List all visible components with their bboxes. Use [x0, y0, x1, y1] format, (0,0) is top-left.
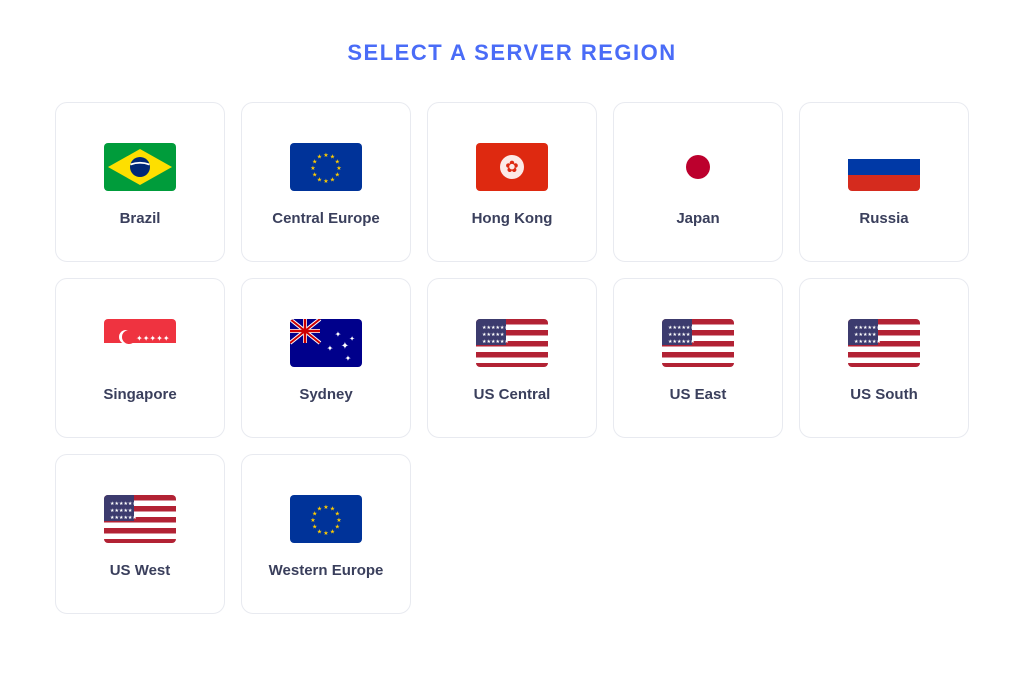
- region-card-us-west[interactable]: ★★★★★★ ★★★★★ ★★★★★★ US West: [55, 454, 225, 614]
- svg-text:★★★★★: ★★★★★: [854, 332, 877, 338]
- svg-text:★★★★★: ★★★★★: [110, 508, 133, 514]
- region-card-central-europe[interactable]: ★★★★★★★★★★★★ Central Europe: [241, 102, 411, 262]
- flag-western-europe: ★★★★★★★★★★★★: [290, 495, 362, 543]
- svg-text:★★★★★★: ★★★★★★: [854, 325, 881, 331]
- flag-brazil: [104, 143, 176, 191]
- region-card-us-south[interactable]: ★★★★★★ ★★★★★ ★★★★★★ US South: [799, 278, 969, 438]
- flag-hong-kong: ✿: [476, 143, 548, 191]
- svg-text:★: ★: [310, 517, 315, 524]
- region-name-us-central: US Central: [474, 385, 551, 405]
- svg-text:★: ★: [330, 177, 335, 184]
- svg-text:✦: ✦: [341, 341, 349, 352]
- svg-text:✦: ✦: [335, 330, 342, 339]
- region-name-singapore: Singapore: [103, 385, 176, 405]
- region-card-japan[interactable]: Japan: [613, 102, 783, 262]
- region-card-russia[interactable]: Russia: [799, 102, 969, 262]
- svg-text:★: ★: [336, 517, 341, 524]
- region-card-us-central[interactable]: ★★★★★★ ★★★★★ ★★★★★★ US Central: [427, 278, 597, 438]
- region-name-western-europe: Western Europe: [269, 561, 384, 581]
- flag-sydney: ✦ ✦ ✦ ✦ ✦: [290, 319, 362, 367]
- svg-text:★★★★★★: ★★★★★★: [110, 515, 137, 521]
- svg-text:★: ★: [317, 154, 322, 161]
- svg-text:★: ★: [323, 178, 328, 185]
- svg-text:★★★★★★: ★★★★★★: [482, 325, 509, 331]
- region-name-sydney: Sydney: [299, 385, 352, 405]
- svg-text:★: ★: [335, 524, 340, 531]
- region-name-us-west: US West: [110, 561, 171, 581]
- svg-text:★: ★: [323, 152, 328, 159]
- region-card-brazil[interactable]: Brazil: [55, 102, 225, 262]
- flag-us-east: ★★★★★★ ★★★★★ ★★★★★★: [662, 319, 734, 367]
- svg-text:★: ★: [323, 530, 328, 537]
- svg-text:✿: ✿: [505, 159, 518, 176]
- svg-text:★★★★★: ★★★★★: [482, 332, 505, 338]
- svg-text:★: ★: [335, 159, 340, 166]
- svg-text:★: ★: [323, 504, 328, 511]
- flag-japan: [662, 143, 734, 191]
- svg-text:★: ★: [312, 172, 317, 179]
- svg-text:★★★★★★: ★★★★★★: [668, 339, 695, 345]
- flag-us-south: ★★★★★★ ★★★★★ ★★★★★★: [848, 319, 920, 367]
- svg-text:★★★★★★: ★★★★★★: [854, 339, 881, 345]
- region-card-us-east[interactable]: ★★★★★★ ★★★★★ ★★★★★★ US East: [613, 278, 783, 438]
- svg-text:★★★★★: ★★★★★: [668, 332, 691, 338]
- svg-text:★: ★: [336, 165, 341, 172]
- flag-singapore: ✦✦✦✦✦: [104, 319, 176, 367]
- region-name-japan: Japan: [676, 209, 719, 229]
- svg-text:★★★★★★: ★★★★★★: [668, 325, 695, 331]
- region-name-hong-kong: Hong Kong: [472, 209, 553, 229]
- svg-text:★★★★★★: ★★★★★★: [482, 339, 509, 345]
- region-name-central-europe: Central Europe: [272, 209, 380, 229]
- region-name-us-east: US East: [670, 385, 727, 405]
- region-name-us-south: US South: [850, 385, 918, 405]
- svg-text:★: ★: [310, 165, 315, 172]
- flag-central-europe: ★★★★★★★★★★★★: [290, 143, 362, 191]
- flag-us-central: ★★★★★★ ★★★★★ ★★★★★★: [476, 319, 548, 367]
- svg-text:✦✦✦✦✦: ✦✦✦✦✦: [136, 334, 170, 343]
- svg-text:★: ★: [335, 511, 340, 518]
- flag-russia: [848, 143, 920, 191]
- svg-text:★: ★: [317, 177, 322, 184]
- page-title: SELECT A SERVER REGION: [347, 40, 676, 66]
- region-card-western-europe[interactable]: ★★★★★★★★★★★★ Western Europe: [241, 454, 411, 614]
- region-card-sydney[interactable]: ✦ ✦ ✦ ✦ ✦ Sydney: [241, 278, 411, 438]
- region-card-hong-kong[interactable]: ✿ Hong Kong: [427, 102, 597, 262]
- svg-text:★: ★: [335, 172, 340, 179]
- svg-text:✦: ✦: [327, 344, 334, 353]
- svg-text:✦: ✦: [349, 335, 355, 343]
- svg-text:★: ★: [317, 506, 322, 513]
- flag-us-west: ★★★★★★ ★★★★★ ★★★★★★: [104, 495, 176, 543]
- region-name-russia: Russia: [859, 209, 908, 229]
- svg-text:★: ★: [317, 529, 322, 536]
- regions-grid: Brazil ★★★★★★★★★★★★ Central Europe ✿ Hon…: [55, 102, 969, 614]
- svg-text:★★★★★★: ★★★★★★: [110, 501, 137, 507]
- svg-text:✦: ✦: [345, 354, 352, 363]
- svg-text:★: ★: [312, 524, 317, 531]
- region-card-singapore[interactable]: ✦✦✦✦✦ Singapore: [55, 278, 225, 438]
- region-name-brazil: Brazil: [120, 209, 161, 229]
- svg-text:★: ★: [330, 529, 335, 536]
